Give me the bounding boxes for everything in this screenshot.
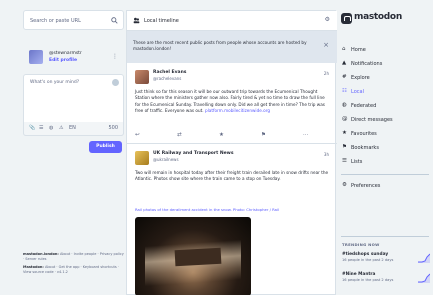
account-handle: @rachelevans — [153, 76, 182, 81]
publish-button[interactable]: Publish — [89, 141, 122, 153]
search-placeholder: Search or paste URL — [30, 18, 81, 24]
star-icon: ★ — [342, 130, 347, 136]
char-counter: 500 — [108, 125, 118, 131]
nav-item-favourites[interactable]: ★ Favourites — [342, 130, 430, 140]
status-content: Just think so far this season it will be… — [135, 89, 325, 113]
globe-icon: ◍ — [342, 102, 347, 108]
gear-icon: ⚙ — [342, 182, 347, 188]
language-icon[interactable]: EN — [69, 125, 76, 131]
mastodon-links[interactable]: Mastodon: About · Get the app · Keyboard… — [23, 265, 124, 275]
menu-icon[interactable]: ⋮ — [112, 53, 118, 60]
poll-icon[interactable]: ☰ — [39, 125, 43, 131]
display-name[interactable]: Rachel Evans — [153, 70, 186, 75]
nav-item-bookmarks[interactable]: ⚑ Bookmarks — [342, 144, 430, 154]
attach-icon[interactable]: 📎 — [29, 125, 35, 131]
globe-icon[interactable]: ◍ — [49, 125, 53, 131]
logo-wordmark: mastodon — [354, 12, 402, 22]
status-actions: ↩ ⇄ ★ ⚑ ⋯ — [135, 132, 329, 140]
search-icon — [111, 17, 118, 24]
mastodon-logo-icon — [341, 13, 352, 24]
banner-text: These are the most recent public posts f… — [133, 40, 307, 51]
mastodon-logo[interactable]: mastodon — [341, 12, 402, 26]
compose-placeholder: What's on your mind? — [30, 80, 80, 85]
close-icon[interactable]: × — [323, 41, 329, 49]
at-icon: @ — [342, 116, 348, 122]
more-icon[interactable]: ⋯ — [303, 132, 309, 138]
users-icon: ☷ — [342, 88, 347, 94]
nav-item-direct-messages[interactable]: @ Direct messages — [342, 116, 430, 126]
nav-item-notifications[interactable]: ▲ Notifications — [342, 60, 430, 70]
compose-column: Search or paste URL @stewnarmstr Edit pr… — [23, 10, 124, 282]
status-post[interactable]: Rachel Evans @rachelevans 2h Just think … — [127, 64, 337, 144]
hashtag-stats: 16 people in the past 2 days — [342, 278, 394, 282]
bookmark-icon[interactable]: ⚑ — [261, 132, 266, 138]
column-settings-icon[interactable]: ⚙ — [325, 16, 330, 23]
status-link[interactable]: platform.mobilecitizenwide.org — [205, 108, 270, 113]
home-icon: ⌂ — [342, 46, 346, 52]
favourite-icon[interactable]: ★ — [219, 132, 224, 138]
bell-icon: ▲ — [342, 60, 347, 66]
status-content: Two will remain in hospital today after … — [135, 170, 329, 182]
list-icon: ☰ — [342, 158, 347, 164]
trending-hashtag[interactable]: #Nine Mantra 16 people in the past 2 day… — [342, 272, 430, 286]
hashtag-name: #tiedshops sunday — [342, 252, 389, 257]
sparkline-chart — [418, 273, 430, 283]
server-links[interactable]: mastodon.london: About · Invite people ·… — [23, 252, 124, 262]
account-card: @stewnarmstr Edit profile ⋮ — [23, 48, 124, 70]
nav-item-federated[interactable]: ◍ Federated — [342, 102, 430, 112]
media-image[interactable] — [135, 217, 251, 295]
users-icon — [133, 17, 140, 24]
navigation-column: mastodon ⌂ Home ▲ Notifications # Explore ☷… — [336, 10, 433, 295]
nav-item-home[interactable]: ⌂ Home — [342, 46, 430, 56]
timestamp[interactable]: 2h — [324, 71, 329, 76]
trends-divider — [341, 236, 429, 237]
compose-toolbar: 📎 ☰ ◍ ⚠ EN 500 — [23, 122, 124, 136]
avatar[interactable] — [29, 50, 43, 64]
column-header: Local timeline ⚙ — [127, 11, 337, 31]
nav-item-explore[interactable]: # Explore — [342, 74, 430, 84]
timeline-info-banner: These are the most recent public posts f… — [127, 31, 337, 63]
reply-icon[interactable]: ↩ — [135, 132, 140, 138]
hashtag-stats: 16 people in the past 2 days — [342, 258, 394, 262]
nav-item-preferences[interactable]: ⚙ Preferences — [342, 182, 430, 192]
hashtag-name: #Nine Mantra — [342, 272, 376, 277]
trending-hashtag[interactable]: #tiedshops sunday 16 people in the past … — [342, 252, 430, 266]
status-link[interactable]: Rail photos of the derailment accident i… — [135, 207, 279, 212]
avatar[interactable] — [135, 70, 149, 84]
edit-profile-link[interactable]: Edit profile — [49, 58, 77, 63]
account-handle: @ukrailnews — [153, 157, 179, 162]
boost-icon[interactable]: ⇄ — [177, 132, 182, 138]
status-post[interactable]: UK Railway and Transport News @ukrailnew… — [127, 145, 337, 295]
trending-heading: TRENDING NOW — [342, 242, 380, 247]
sparkline-chart — [418, 253, 430, 263]
timestamp[interactable]: 3h — [324, 152, 329, 157]
derailed-train — [174, 247, 222, 267]
bookmark-icon: ⚑ — [342, 144, 347, 150]
cw-icon[interactable]: ⚠ — [59, 125, 63, 131]
nav-divider — [341, 174, 429, 175]
avatar[interactable] — [135, 151, 149, 165]
footer-links: mastodon.london: About · Invite people ·… — [23, 252, 124, 275]
emoji-icon[interactable] — [112, 79, 119, 86]
search-input[interactable]: Search or paste URL — [23, 10, 124, 30]
hashtag-icon: # — [342, 74, 347, 80]
column-title: Local timeline — [144, 18, 179, 24]
nav-item-lists[interactable]: ☰ Lists — [342, 158, 430, 168]
nav-item-local[interactable]: ☷ Local — [342, 88, 430, 98]
display-name[interactable]: UK Railway and Transport News — [153, 151, 234, 156]
account-name: @stewnarmstr — [49, 51, 82, 56]
timeline-column: Local timeline ⚙ These are the most rece… — [126, 10, 337, 295]
